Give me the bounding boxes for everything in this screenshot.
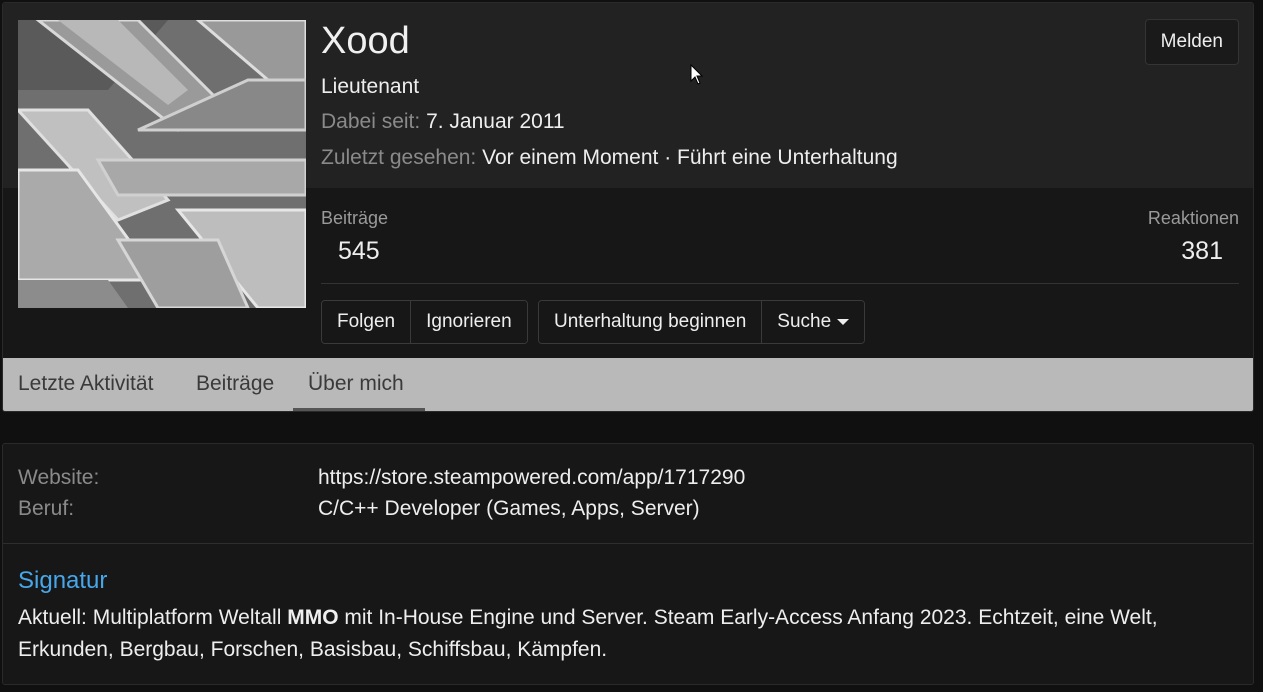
posts-stat-value[interactable]: 545	[338, 237, 380, 266]
last-seen-line: Zuletzt gesehen: Vor einem Moment · Führ…	[321, 146, 898, 170]
job-value: C/C++ Developer (Games, Apps, Server)	[318, 497, 700, 520]
report-button[interactable]: Melden	[1144, 19, 1239, 65]
tab-about[interactable]: Über mich	[293, 358, 425, 411]
last-seen-value[interactable]: Vor einem Moment · Führt eine Unterhaltu…	[482, 146, 898, 169]
signature-title: Signatur	[18, 567, 108, 594]
search-dropdown-button[interactable]: Suche	[762, 301, 865, 343]
tab-posts[interactable]: Beiträge	[181, 358, 289, 411]
caret-down-icon	[837, 318, 850, 325]
last-seen-label: Zuletzt gesehen:	[321, 146, 477, 169]
about-divider	[3, 543, 1253, 544]
reactions-stat-label[interactable]: Reaktionen	[1148, 208, 1239, 229]
signature-text-before: Aktuell: Multiplatform Weltall	[18, 606, 288, 629]
joined-value: 7. Januar 2011	[426, 110, 565, 133]
stats-divider	[321, 283, 1239, 284]
follow-ignore-group: Folgen Ignorieren	[321, 300, 528, 344]
avatar-image	[18, 20, 306, 308]
profile-rank: Lieutenant	[321, 75, 420, 98]
profile-tabs: Letzte Aktivität Beiträge Über mich	[3, 358, 1253, 411]
follow-button[interactable]: Folgen	[322, 301, 412, 343]
job-label: Beruf:	[18, 497, 75, 520]
mouse-cursor-icon	[690, 64, 704, 85]
avatar[interactable]	[18, 20, 306, 308]
start-conversation-button[interactable]: Unterhaltung beginnen	[539, 301, 763, 343]
joined-label: Dabei seit:	[321, 110, 421, 133]
tab-latest-activity[interactable]: Letzte Aktivität	[3, 358, 168, 411]
signature-text-bold: MMO	[287, 606, 339, 629]
joined-line: Dabei seit: 7. Januar 2011	[321, 110, 565, 134]
conversation-search-group: Unterhaltung beginnen Suche	[538, 300, 866, 344]
reactions-stat-value[interactable]: 381	[1181, 237, 1223, 266]
profile-name: Xood	[321, 20, 410, 62]
profile-card: Xood Lieutenant Dabei seit: 7. Januar 20…	[2, 2, 1254, 412]
search-label: Suche	[777, 311, 832, 332]
website-link[interactable]: https://store.steampowered.com/app/17172…	[318, 466, 745, 490]
ignore-button[interactable]: Ignorieren	[411, 301, 527, 343]
about-card: Website: https://store.steampowered.com/…	[2, 443, 1254, 685]
posts-stat-label[interactable]: Beiträge	[321, 208, 388, 229]
website-label: Website:	[18, 466, 100, 489]
signature-text: Aktuell: Multiplatform Weltall MMO mit I…	[18, 602, 1243, 666]
